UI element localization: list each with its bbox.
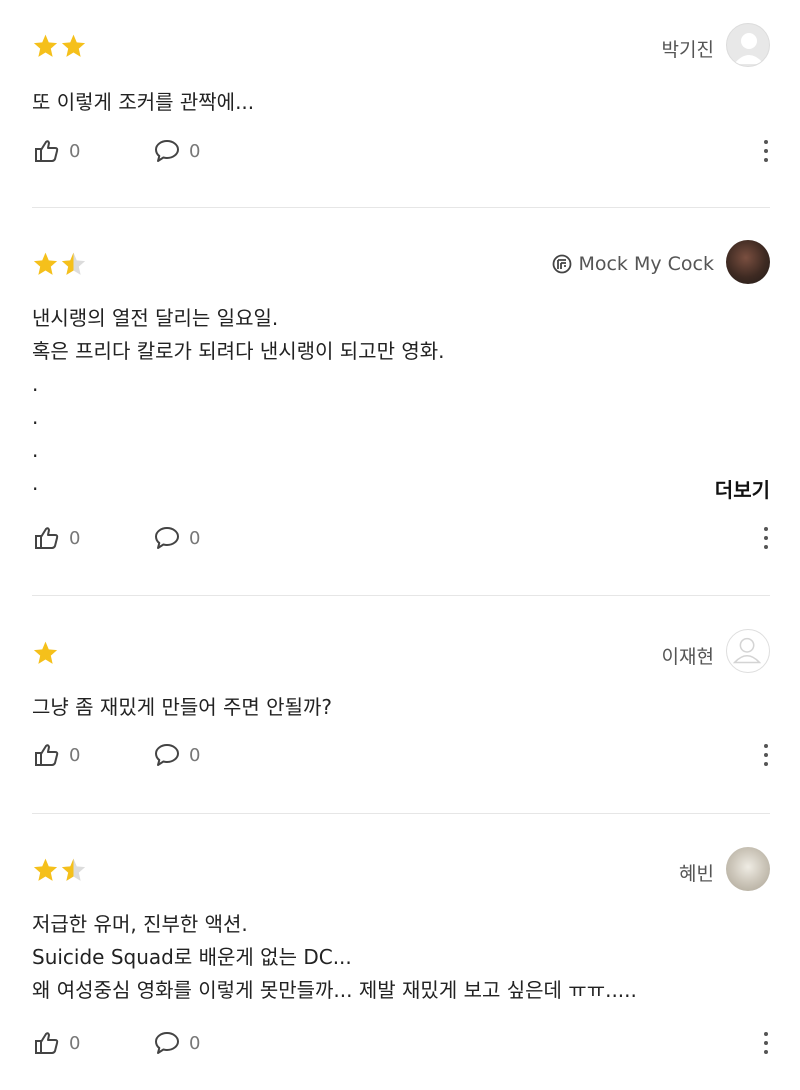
review-actions: 0 0 (34, 136, 772, 166)
thumbs-up-icon (35, 527, 59, 549)
star-full-icon (33, 34, 58, 57)
author-name[interactable]: 이재현 (662, 642, 714, 669)
star-full-icon (33, 858, 58, 881)
review-actions: 0 0 (34, 523, 772, 553)
divider (32, 813, 770, 814)
more-options-icon[interactable] (760, 525, 772, 551)
review-actions: 0 0 (34, 740, 772, 770)
author-name[interactable]: 혜빈 (679, 859, 714, 886)
review-text: 저급한 유머, 진부한 액션. Suicide Squad로 배운게 없는 DC… (32, 912, 637, 1002)
star-half-icon (61, 252, 86, 275)
thumbs-up-icon (35, 744, 59, 766)
star-half-icon (61, 858, 86, 881)
default-avatar-icon (732, 637, 762, 664)
star-rating (32, 33, 87, 59)
avatar[interactable] (726, 240, 770, 284)
author-name[interactable]: Mock My Cock (552, 253, 714, 275)
avatar[interactable] (726, 847, 770, 891)
star-full-icon (61, 34, 86, 57)
review-actions: 0 0 (34, 1028, 772, 1058)
more-link[interactable]: 더보기 (715, 474, 770, 503)
review-text: 낸시랭의 열전 달리는 일요일. 혹은 프리다 칼로가 되려다 낸시랭이 되고만… (32, 306, 445, 495)
comment-button[interactable]: 0 (154, 742, 200, 768)
avatar[interactable] (726, 629, 770, 673)
comment-icon (155, 744, 179, 766)
divider (32, 207, 770, 208)
comment-icon (155, 1032, 179, 1054)
comment-button[interactable]: 0 (154, 138, 200, 164)
page-badge-icon (553, 254, 572, 274)
like-button[interactable]: 0 (34, 1030, 80, 1056)
thumbs-up-icon (35, 140, 59, 162)
more-options-icon[interactable] (760, 1030, 772, 1056)
comment-icon (155, 527, 179, 549)
author-name[interactable]: 박기진 (662, 35, 714, 62)
star-rating (32, 857, 87, 883)
like-button[interactable]: 0 (34, 138, 80, 164)
like-button[interactable]: 0 (34, 525, 80, 551)
avatar[interactable] (726, 23, 770, 67)
comment-icon (155, 140, 179, 162)
star-full-icon (33, 641, 58, 664)
like-button[interactable]: 0 (34, 742, 80, 768)
comment-button[interactable]: 0 (154, 525, 200, 551)
star-full-icon (33, 252, 58, 275)
comment-button[interactable]: 0 (154, 1030, 200, 1056)
review-text: 그냥 좀 재밌게 만들어 주면 안될까? (32, 695, 333, 719)
divider (32, 595, 770, 596)
more-options-icon[interactable] (760, 138, 772, 164)
thumbs-up-icon (35, 1032, 59, 1054)
star-rating (32, 251, 87, 277)
default-avatar-icon (734, 33, 764, 64)
more-options-icon[interactable] (760, 742, 772, 768)
star-rating (32, 640, 59, 666)
review-text: 또 이렇게 조커를 관짝에... (32, 90, 255, 114)
